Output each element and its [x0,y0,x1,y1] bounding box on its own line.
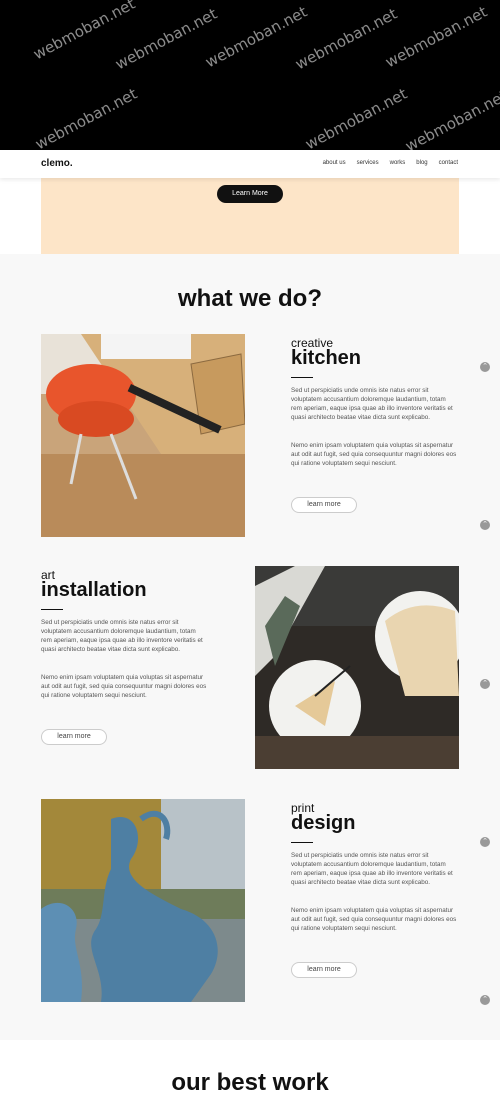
nav-links: about us services works blog contact [323,160,458,166]
nav-link-works[interactable]: works [390,160,406,166]
service-paragraph: Nemo enim ipsam voluptatem quia voluptas… [291,442,457,467]
learn-more-button[interactable]: learn more [291,497,357,513]
chevron-up-icon[interactable]: ⌃ [480,679,490,689]
service-paragraph: Sed ut perspiciatis unde omnis iste natu… [41,619,203,653]
watermark: webmoban.net [32,84,141,150]
learn-more-button[interactable]: Learn More [217,185,283,203]
nav-link-about[interactable]: about us [323,160,346,166]
navbar: clemo. about us services works blog cont… [0,150,500,178]
dessert-photo [255,566,459,769]
nav-link-contact[interactable]: contact [439,160,458,166]
service-paragraph: Sed ut perspiciatis unde omnis iste natu… [291,852,453,886]
hero-side-band [459,178,500,254]
section-title: what we do? [178,285,322,312]
top-black-area: webmoban.net webmoban.net webmoban.net w… [0,0,500,150]
service-heading: design [291,812,356,834]
service-paragraph: Sed ut perspiciatis unde omnis iste natu… [291,387,453,421]
service-heading: installation [41,579,147,601]
watermark: webmoban.net [402,86,500,150]
section-title: our best work [171,1069,329,1096]
learn-more-button[interactable]: learn more [291,962,357,978]
sculpture-photo [41,799,245,1002]
service-paragraph: Nemo enim ipsam voluptatem quia voluptas… [291,907,457,932]
service-paragraph: Nemo enim ipsam voluptatem quia voluptas… [41,674,207,699]
chevron-up-icon[interactable]: ⌃ [480,520,490,530]
learn-more-button[interactable]: learn more [41,729,107,745]
nav-link-blog[interactable]: blog [416,160,427,166]
kitchen-photo [41,334,245,537]
watermark: webmoban.net [302,84,411,150]
heading-divider [41,609,63,610]
heading-divider [291,842,313,843]
chevron-up-icon[interactable]: ⌃ [480,995,490,1005]
heading-divider [291,377,313,378]
chevron-up-icon[interactable]: ⌃ [480,362,490,372]
site-logo[interactable]: clemo. [41,158,73,169]
nav-link-services[interactable]: services [357,160,379,166]
chevron-up-icon[interactable]: ⌃ [480,837,490,847]
watermark: webmoban.net [382,2,491,72]
hero-banner: Learn More [41,178,459,254]
hero-side-band [0,178,41,254]
service-heading: kitchen [291,347,362,369]
